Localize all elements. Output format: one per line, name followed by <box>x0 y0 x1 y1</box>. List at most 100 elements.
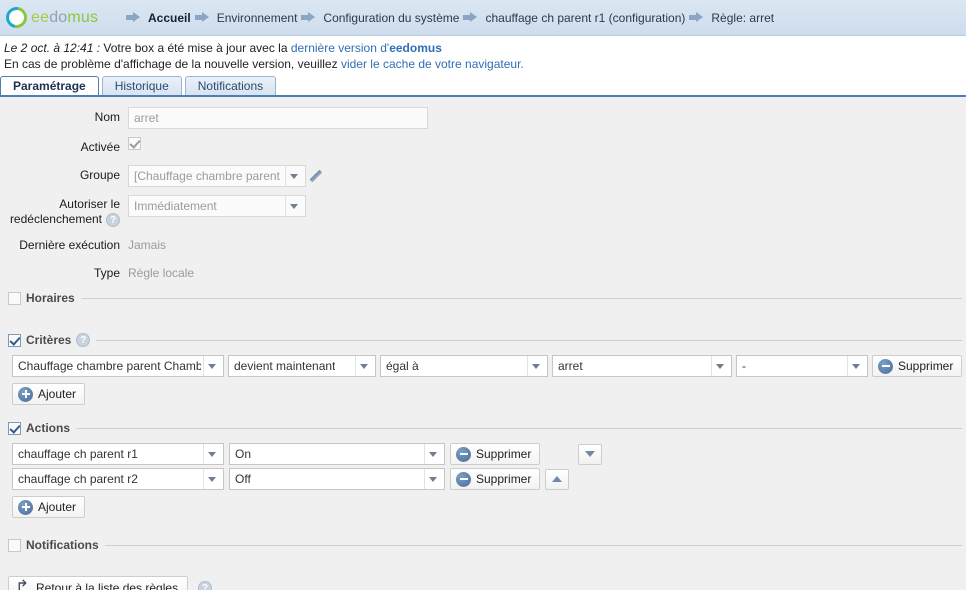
legend-notifications-label: Notifications <box>26 538 99 552</box>
breadcrumb: Accueil Environnement Configuration du s… <box>122 11 774 25</box>
criteres-checkbox[interactable] <box>8 333 21 347</box>
breadcrumb-item-environnement[interactable]: Environnement <box>191 11 297 25</box>
breadcrumb-label: chauffage ch parent r1 (configuration) <box>485 10 686 25</box>
action-device-value: chauffage ch parent r1 <box>18 447 138 461</box>
action-row: chauffage ch parent r2 Off Supprimer <box>12 468 962 490</box>
action-move-up-button[interactable] <box>545 468 570 490</box>
action-add-button[interactable]: Ajouter <box>12 496 86 518</box>
derniere-execution-value: Jamais <box>128 238 167 252</box>
notice-text-2: En cas de problème d'affichage de la nou… <box>4 57 341 71</box>
legend-horaires-label: Horaires <box>26 291 75 305</box>
minus-circle-icon <box>456 446 471 462</box>
criteria-device-select[interactable]: Chauffage chambre parent Chambr <box>12 355 224 377</box>
nom-input[interactable] <box>128 107 428 129</box>
notice-link-version-text: dernière version d' <box>290 41 390 55</box>
back-to-rules-button[interactable]: Retour à la liste des règles <box>8 576 189 590</box>
criteria-delete-button[interactable]: Supprimer <box>872 355 963 377</box>
criteria-row: Chauffage chambre parent Chambr devient … <box>12 355 963 377</box>
notice-date: Le 2 oct. à 12:41 : <box>4 41 104 55</box>
criteria-event-select[interactable]: devient maintenant <box>228 355 376 377</box>
redeclenchement-select[interactable]: Immédiatement <box>128 195 306 217</box>
tab-parametrage[interactable]: Paramétrage <box>0 76 99 95</box>
criteria-operator-select[interactable]: égal à <box>380 355 548 377</box>
update-notice: Le 2 oct. à 12:41 : Votre box a été mise… <box>0 36 966 77</box>
breadcrumb-label: Accueil <box>148 10 191 25</box>
action-command-select-1[interactable]: On <box>229 443 445 465</box>
help-icon-redeclenchement[interactable]: ? <box>106 212 120 227</box>
notice-text-1: Votre box a été mise à jour avec la <box>103 41 291 55</box>
back-to-rules-label: Retour à la liste des règles <box>36 580 179 590</box>
action-delete-label: Supprimer <box>476 472 532 486</box>
activee-checkbox[interactable] <box>128 137 141 150</box>
action-device-select-1[interactable]: chauffage ch parent r1 <box>12 443 224 465</box>
tab-notifications[interactable]: Notifications <box>184 76 277 95</box>
field-row-groupe: Groupe [Chauffage chambre parent C <box>0 165 966 187</box>
back-arrow-icon <box>15 581 31 590</box>
criteria-operator-value: égal à <box>386 359 419 373</box>
breadcrumb-label: Règle: arret <box>711 10 775 25</box>
minus-circle-icon <box>456 471 471 487</box>
logo-wordmark: eedomus <box>31 9 98 27</box>
legend-horaires: Horaires <box>4 291 81 305</box>
eedomus-logo[interactable]: eedomus <box>1 2 122 33</box>
action-device-select-2[interactable]: chauffage ch parent r2 <box>12 468 224 490</box>
label-nom: Nom <box>94 110 120 124</box>
groupe-select-value: [Chauffage chambre parent C <box>134 169 283 183</box>
action-command-value: On <box>235 447 252 461</box>
arrow-right-icon <box>126 12 141 23</box>
groupe-select[interactable]: [Chauffage chambre parent C <box>128 165 306 187</box>
arrow-right-icon <box>194 12 210 23</box>
field-row-redeclenchement: Autoriser le redéclenchement ? Immédiate… <box>0 195 966 227</box>
field-row-nom: Nom <box>0 107 966 129</box>
legend-actions: Actions <box>4 421 76 435</box>
legend-criteres-label: Critères <box>26 333 72 347</box>
notifications-checkbox[interactable] <box>8 538 21 552</box>
breadcrumb-item-configuration[interactable]: Configuration du système <box>297 11 459 25</box>
legend-actions-label: Actions <box>26 421 71 435</box>
field-row-derniere-execution: Dernière exécution Jamais <box>0 235 966 255</box>
section-criteres: Critères ? Chauffage chambre parent Cham… <box>4 333 963 411</box>
action-add-label: Ajouter <box>38 500 77 514</box>
action-move-down-button[interactable] <box>578 443 603 465</box>
action-row: chauffage ch parent r1 On Supprimer <box>12 443 962 465</box>
notice-link-cache[interactable]: vider le cache de votre navigateur. <box>341 57 524 71</box>
criteria-delete-label: Supprimer <box>898 359 954 373</box>
plus-circle-icon <box>18 386 33 402</box>
label-redeclenchement-line2: redéclenchement <box>9 212 102 226</box>
label-redeclenchement: Autoriser le redéclenchement ? <box>0 195 128 227</box>
notice-link-version[interactable]: dernière version d'eedomus <box>291 41 442 55</box>
edit-pencil-icon[interactable] <box>312 167 330 185</box>
logo-text-part2: do <box>49 8 68 26</box>
criteria-extra-select[interactable]: - <box>736 355 868 377</box>
tab-historique[interactable]: Historique <box>101 76 182 95</box>
help-icon-criteres[interactable]: ? <box>76 333 91 347</box>
action-command-select-2[interactable]: Off <box>229 468 445 490</box>
notice-line-1: Le 2 oct. à 12:41 : Votre box a été mise… <box>4 40 966 56</box>
notice-line-2: En cas de problème d'affichage de la nou… <box>4 56 966 72</box>
minus-circle-icon <box>878 358 893 374</box>
arrow-right-icon <box>463 12 478 23</box>
breadcrumb-item-regle[interactable]: Règle: arret <box>685 11 774 25</box>
legend-criteres: Critères ? <box>4 333 96 347</box>
section-actions: Actions chauffage ch parent r1 On Suppri… <box>4 421 962 524</box>
criteria-value-select[interactable]: arret <box>552 355 732 377</box>
criteria-add-button[interactable]: Ajouter <box>12 383 86 405</box>
arrow-right-icon <box>301 12 316 23</box>
notice-link-brand: eedomus <box>389 41 442 55</box>
action-delete-button-2[interactable]: Supprimer <box>450 468 541 490</box>
rule-settings-form: Nom Activée Groupe [Chauffage chambre pa… <box>0 97 966 283</box>
help-icon-footer[interactable]: ? <box>198 580 213 590</box>
horaires-checkbox[interactable] <box>8 291 21 305</box>
action-delete-button-1[interactable]: Supprimer <box>450 443 541 465</box>
logo-ring-icon <box>1 2 32 33</box>
arrow-right-icon <box>689 12 704 23</box>
breadcrumb-item-device[interactable]: chauffage ch parent r1 (configuration) <box>459 11 685 25</box>
actions-checkbox[interactable] <box>8 421 21 435</box>
breadcrumb-item-accueil[interactable]: Accueil <box>122 11 191 25</box>
action-command-value: Off <box>235 472 251 486</box>
breadcrumb-label: Configuration du système <box>323 10 460 25</box>
action-device-value: chauffage ch parent r2 <box>18 472 138 486</box>
criteria-value-value: arret <box>558 359 583 373</box>
action-delete-label: Supprimer <box>476 447 532 461</box>
criteria-event-value: devient maintenant <box>234 359 336 373</box>
